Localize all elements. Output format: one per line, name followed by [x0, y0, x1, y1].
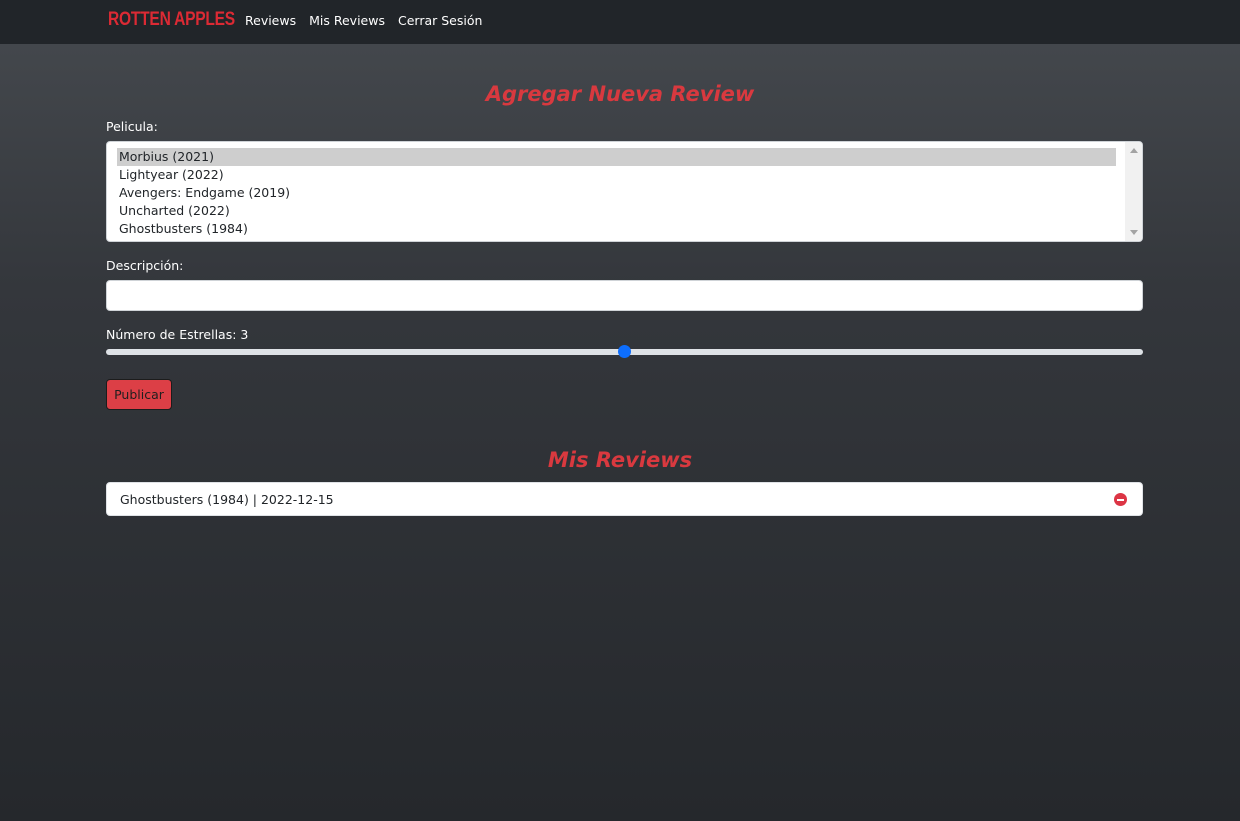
- scroll-down-icon[interactable]: [1130, 230, 1138, 235]
- my-reviews-title: Mis Reviews: [547, 448, 693, 472]
- nav-link-cerrar-sesion[interactable]: Cerrar Sesión: [398, 13, 482, 28]
- movie-option[interactable]: Morbius (2021): [117, 148, 1116, 166]
- review-text: Ghostbusters (1984) | 2022-12-15: [120, 492, 334, 507]
- movie-option[interactable]: Ghostbusters (1984): [117, 220, 1116, 238]
- description-input[interactable]: [106, 280, 1143, 311]
- listbox-scrollbar[interactable]: [1125, 142, 1142, 241]
- description-label: Descripción:: [106, 258, 184, 273]
- brand-logo[interactable]: ROTTEN APPLES: [108, 9, 235, 31]
- form-title: Agregar Nueva Review: [485, 82, 755, 106]
- navbar: ROTTEN APPLES Reviews Mis Reviews Cerrar…: [0, 0, 1240, 44]
- delete-icon[interactable]: [1114, 493, 1127, 506]
- review-list-item: Ghostbusters (1984) | 2022-12-15: [106, 482, 1143, 516]
- nav-links: Reviews Mis Reviews Cerrar Sesión: [245, 13, 482, 28]
- slider-thumb[interactable]: [618, 345, 631, 358]
- publish-button[interactable]: Publicar: [106, 379, 172, 410]
- nav-link-reviews[interactable]: Reviews: [245, 13, 296, 28]
- movie-options: Morbius (2021) Lightyear (2022) Avengers…: [117, 148, 1116, 238]
- scroll-up-icon[interactable]: [1130, 148, 1138, 153]
- movie-label: Pelicula:: [106, 119, 158, 134]
- stars-label-row: Número de Estrellas: 3: [106, 327, 248, 342]
- movie-listbox[interactable]: Morbius (2021) Lightyear (2022) Avengers…: [106, 141, 1143, 242]
- movie-option[interactable]: Uncharted (2022): [117, 202, 1116, 220]
- stars-value: 3: [240, 327, 249, 342]
- nav-link-mis-reviews[interactable]: Mis Reviews: [309, 13, 385, 28]
- stars-label: Número de Estrellas:: [106, 327, 237, 342]
- movie-option[interactable]: Avengers: Endgame (2019): [117, 184, 1116, 202]
- movie-option[interactable]: Lightyear (2022): [117, 166, 1116, 184]
- stars-slider[interactable]: [106, 345, 1143, 358]
